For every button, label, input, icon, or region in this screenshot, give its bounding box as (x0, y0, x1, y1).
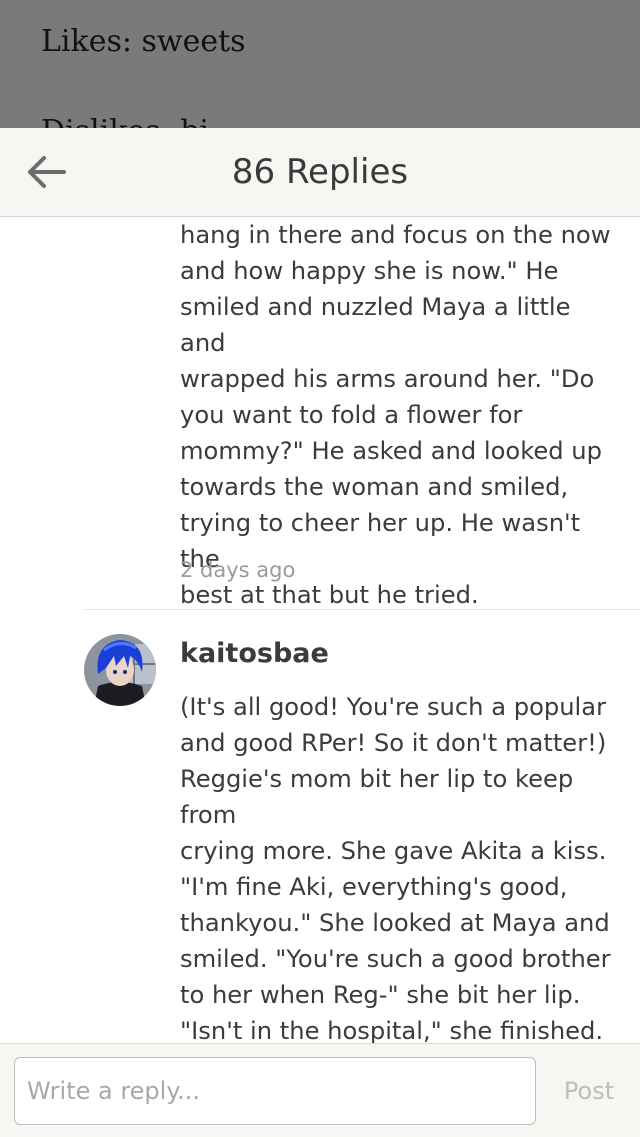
post-button[interactable]: Post (548, 1066, 630, 1116)
reply-bar: Post (0, 1043, 640, 1137)
replies-list[interactable]: hang in there and focus on the now and h… (0, 217, 640, 1043)
comment-body: hang in there and focus on the now and h… (180, 221, 611, 609)
comment-divider (84, 609, 640, 610)
comment-timestamp: 2 days ago (180, 558, 296, 582)
background-post-text-cut: Dislikes: bi... (41, 114, 238, 128)
page-title: 86 Replies (231, 152, 409, 192)
replies-header: 86 Replies (0, 128, 640, 217)
anime-avatar-image (84, 634, 156, 706)
background-post: Likes: sweets Dislikes: bi... (0, 0, 640, 128)
background-post-text: Likes: sweets (41, 24, 246, 59)
avatar[interactable] (84, 634, 156, 706)
comment-username[interactable]: kaitosbae (180, 638, 329, 669)
arrow-left-icon[interactable] (24, 150, 68, 194)
comment-body: (It's all good! You're such a popular an… (180, 693, 611, 1043)
reply-input[interactable] (14, 1057, 536, 1125)
